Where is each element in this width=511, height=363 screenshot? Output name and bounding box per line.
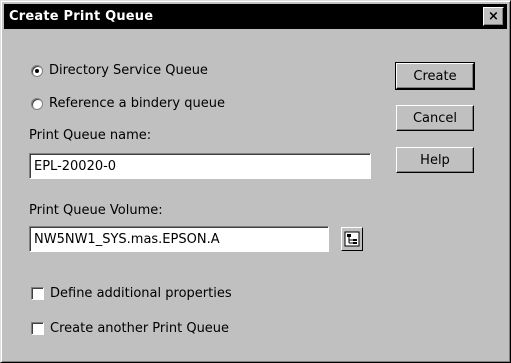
radio-button[interactable]	[31, 97, 43, 110]
queue-volume-input[interactable]: NW5NW1_SYS.mas.EPSON.A	[29, 226, 329, 252]
cancel-button[interactable]: Cancel	[396, 105, 474, 131]
close-icon: ×	[488, 9, 499, 24]
queue-name-label: Print Queue name:	[29, 128, 152, 143]
close-button[interactable]: ×	[483, 7, 504, 26]
create-print-queue-dialog: Create Print Queue × Directory Service Q…	[0, 0, 511, 363]
help-button[interactable]: Help	[396, 147, 474, 173]
radio-reference-bindery-queue-label: Reference a bindery queue	[49, 96, 225, 111]
help-button-label: Help	[420, 152, 450, 168]
create-another-print-queue-label: Create another Print Queue	[50, 321, 230, 336]
browse-tree-icon	[344, 231, 360, 247]
title-bar[interactable]: Create Print Queue ×	[4, 4, 507, 29]
cancel-button-label: Cancel	[412, 110, 458, 126]
checkbox-box[interactable]	[31, 322, 44, 335]
radio-button-selected[interactable]	[31, 64, 43, 77]
dialog-title: Create Print Queue	[9, 9, 154, 24]
radio-directory-service-queue-label: Directory Service Queue	[49, 63, 208, 78]
queue-name-value: EPL-20020-0	[34, 158, 117, 174]
create-button-label: Create	[413, 68, 457, 84]
browse-volume-button[interactable]	[341, 227, 363, 251]
define-additional-properties-label: Define additional properties	[50, 286, 232, 301]
radio-reference-bindery-queue[interactable]: Reference a bindery queue	[31, 96, 225, 111]
queue-volume-label: Print Queue Volume:	[29, 203, 163, 218]
create-button[interactable]: Create	[395, 62, 475, 90]
radio-directory-service-queue[interactable]: Directory Service Queue	[31, 63, 208, 78]
checkbox-box[interactable]	[31, 287, 44, 300]
queue-name-input[interactable]: EPL-20020-0	[29, 153, 371, 179]
queue-volume-value: NW5NW1_SYS.mas.EPSON.A	[34, 231, 220, 247]
checkbox-define-additional-properties[interactable]: Define additional properties	[31, 286, 232, 301]
checkbox-create-another-print-queue[interactable]: Create another Print Queue	[31, 321, 229, 336]
